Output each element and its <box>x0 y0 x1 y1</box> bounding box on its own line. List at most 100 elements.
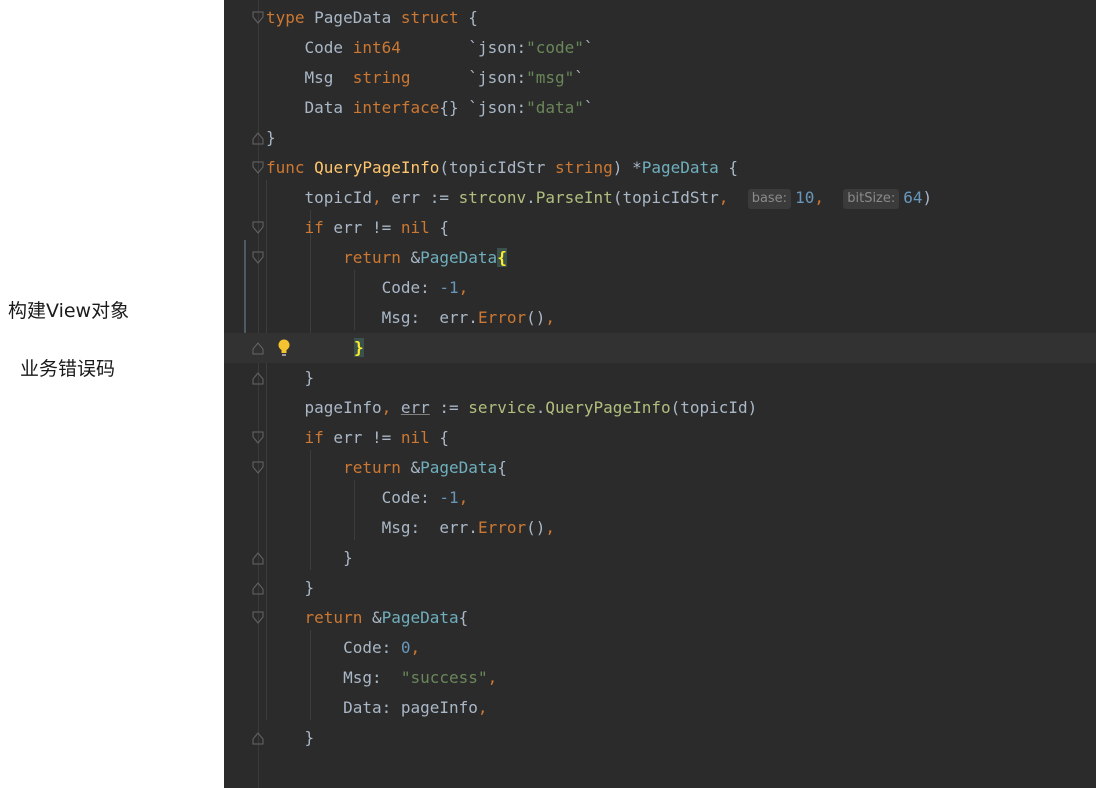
keyword: return <box>266 248 401 267</box>
fold-open-icon[interactable] <box>252 431 264 445</box>
fold-close-icon[interactable] <box>252 731 264 745</box>
matched-brace: } <box>354 338 364 357</box>
code-token: err != <box>323 218 401 237</box>
type-name: PageData <box>381 608 459 627</box>
code-line-12-current[interactable]: } <box>224 333 1096 363</box>
code-token: topicId <box>266 188 372 207</box>
code-line-5[interactable]: } <box>224 123 1096 153</box>
code-token: : <box>420 488 440 507</box>
code-token: , <box>477 698 488 717</box>
function-call: QueryPageInfo <box>545 398 671 417</box>
fold-open-icon[interactable] <box>252 11 264 25</box>
field-name: Code <box>266 638 382 657</box>
code-token: pageInfo <box>266 398 382 417</box>
code-token: { <box>429 218 450 237</box>
code-line-10[interactable]: Code: -1, <box>224 273 1096 303</box>
package-name: strconv <box>458 188 527 207</box>
code-token: . <box>526 188 536 207</box>
code-line-16[interactable]: return &PageData{ <box>224 453 1096 483</box>
code-token: { <box>718 158 739 177</box>
code-line-21[interactable]: return &PageData{ <box>224 603 1096 633</box>
number-literal: 10 <box>795 188 815 207</box>
type-name: PageData <box>420 458 498 477</box>
code-token: } <box>266 578 315 597</box>
fold-close-icon[interactable] <box>252 581 264 595</box>
fold-open-icon[interactable] <box>252 161 264 175</box>
tag-text: `json: <box>410 68 527 87</box>
code-line-8[interactable]: if err != nil { <box>224 213 1096 243</box>
keyword: struct <box>400 8 459 27</box>
parameter-hint-bitsize: bitSize: <box>843 189 900 209</box>
keyword: if <box>266 218 324 237</box>
string-literal: "code" <box>526 38 584 57</box>
type-name: interface <box>352 98 440 117</box>
function-name: QueryPageInfo <box>314 158 440 177</box>
field-name: Data <box>266 698 382 717</box>
code-token: { <box>429 428 450 447</box>
code-line-18[interactable]: Msg: err.Error(), <box>224 513 1096 543</box>
code-line-20[interactable]: } <box>224 573 1096 603</box>
code-token: (topicIdStr <box>612 188 719 207</box>
function-call: ParseInt <box>535 188 613 207</box>
fold-open-icon[interactable] <box>252 251 264 265</box>
fold-open-icon[interactable] <box>252 461 264 475</box>
code-token: PageData <box>304 8 401 27</box>
code-token: & <box>362 608 382 627</box>
code-token: , <box>718 188 748 207</box>
code-line-25[interactable]: } <box>224 723 1096 753</box>
code-line-14[interactable]: pageInfo, err := service.QueryPageInfo(t… <box>224 393 1096 423</box>
type-name: PageData <box>420 248 498 267</box>
number-literal: -1 <box>439 488 459 507</box>
keyword: func <box>266 158 315 177</box>
code-token: & <box>400 458 421 477</box>
code-token: } <box>266 128 276 147</box>
code-token: } <box>266 368 315 387</box>
annotation-business-error-code: 业务错误码 <box>20 358 116 380</box>
fold-close-icon[interactable] <box>252 551 264 565</box>
fold-close-icon[interactable] <box>252 131 264 145</box>
code-line-15[interactable]: if err != nil { <box>224 423 1096 453</box>
method-call: Error <box>477 308 527 327</box>
code-token: : <box>371 668 401 687</box>
code-token: () <box>526 518 546 537</box>
field-name: Code <box>266 488 421 507</box>
field-name: Code <box>266 38 353 57</box>
code-line-22[interactable]: Code: 0, <box>224 633 1096 663</box>
code-token: { <box>458 8 478 27</box>
matched-brace: { <box>497 248 507 267</box>
string-literal: "msg" <box>526 68 575 87</box>
code-token: := <box>429 398 469 417</box>
field-name: Msg <box>266 668 372 687</box>
fold-close-icon[interactable] <box>252 341 264 355</box>
field-name: Code <box>266 278 421 297</box>
code-line-19[interactable]: } <box>224 543 1096 573</box>
code-line-23[interactable]: Msg: "success", <box>224 663 1096 693</box>
field-name: Msg <box>266 68 353 87</box>
number-literal: -1 <box>439 278 459 297</box>
code-token: , <box>458 278 469 297</box>
field-name: Msg <box>266 308 411 327</box>
fold-open-icon[interactable] <box>252 611 264 625</box>
code-line-1[interactable]: type PageData struct { <box>224 3 1096 33</box>
lightbulb-icon[interactable] <box>276 338 292 358</box>
keyword: if <box>266 428 324 447</box>
code-line-17[interactable]: Code: -1, <box>224 483 1096 513</box>
string-literal: "data" <box>526 98 584 117</box>
fold-close-icon[interactable] <box>252 371 264 385</box>
code-editor[interactable]: type PageData struct { Code int64 `json:… <box>224 0 1096 788</box>
fold-open-icon[interactable] <box>252 221 264 235</box>
code-token: err != <box>323 428 401 447</box>
code-line-6[interactable]: func QueryPageInfo(topicIdStr string) *P… <box>224 153 1096 183</box>
code-token: , <box>410 638 421 657</box>
code-line-11[interactable]: Msg: err.Error(), <box>224 303 1096 333</box>
code-line-7[interactable]: topicId, err := strconv.ParseInt(topicId… <box>224 183 1096 213</box>
code-line-24[interactable]: Data: pageInfo, <box>224 693 1096 723</box>
code-line-3[interactable]: Msg string `json:"msg"` <box>224 63 1096 93</box>
code-line-13[interactable]: } <box>224 363 1096 393</box>
keyword: nil <box>400 218 430 237</box>
code-line-9[interactable]: return &PageData{ <box>224 243 1096 273</box>
code-line-2[interactable]: Code int64 `json:"code"` <box>224 33 1096 63</box>
code-line-4[interactable]: Data interface{} `json:"data"` <box>224 93 1096 123</box>
number-literal: 64 <box>903 188 923 207</box>
keyword: nil <box>400 428 430 447</box>
